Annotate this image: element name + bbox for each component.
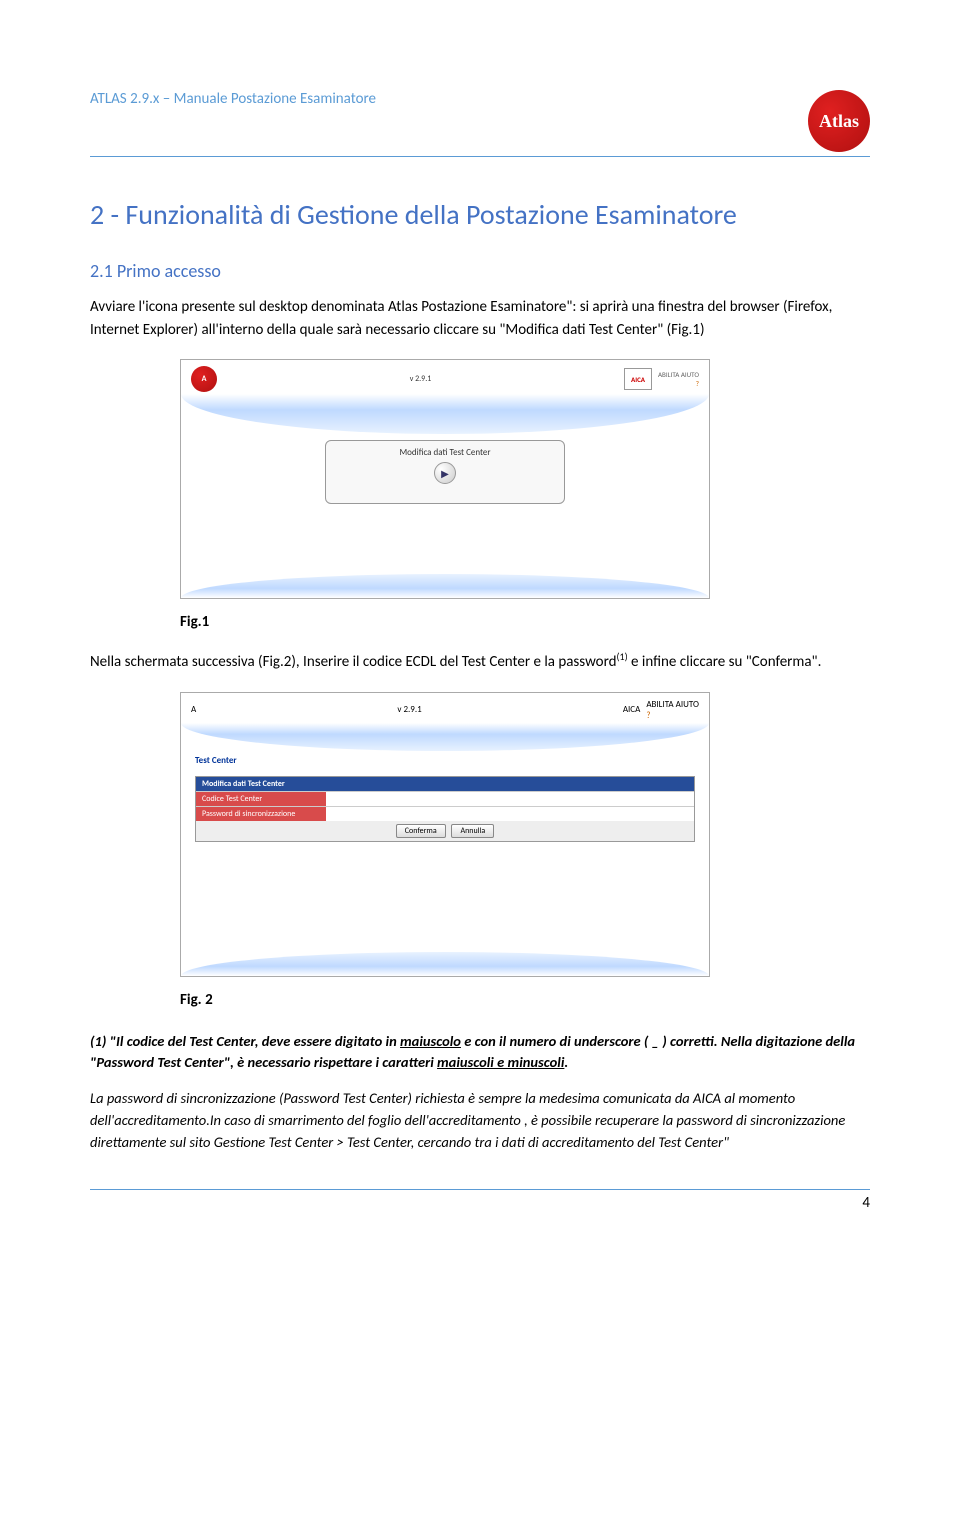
button-row: Conferma Annulla bbox=[196, 821, 694, 841]
fig2-topbar: A v 2.9.1 AICA ABILITA AIUTO? bbox=[181, 693, 709, 723]
fig2-help-label: ABILITA AIUTO? bbox=[646, 699, 699, 721]
page-header: ATLAS 2.9.x – Manuale Postazione Esamina… bbox=[90, 90, 870, 152]
atlas-logo-icon: Atlas bbox=[808, 90, 870, 152]
table-header: Modifica dati Test Center bbox=[196, 777, 694, 791]
card-title: Modifica dati Test Center bbox=[332, 447, 558, 458]
section-subtitle: 2.1 Primo accesso bbox=[90, 260, 870, 282]
footnote-2: La password di sincronizzazione (Passwor… bbox=[90, 1088, 870, 1153]
paragraph-1: Avviare l'icona presente sul desktop den… bbox=[90, 296, 870, 341]
fig1-body: Modifica dati Test Center ▶ bbox=[181, 434, 709, 574]
fig2-body-blank bbox=[181, 842, 709, 952]
screenshot-fig1: A v 2.9.1 AICA ABILITA AIUTO? Modifica d… bbox=[180, 359, 710, 599]
cancel-button[interactable]: Annulla bbox=[451, 824, 494, 838]
fig2-version: v 2.9.1 bbox=[397, 704, 421, 715]
fn2-b: , cercando tra i dati di accreditamento … bbox=[411, 1133, 729, 1151]
footnote-1: (1) "Il codice del Test Center, deve ess… bbox=[90, 1031, 870, 1075]
header-rule bbox=[90, 156, 870, 157]
help-icon: ? bbox=[646, 710, 650, 721]
screenshot-fig2: A v 2.9.1 AICA ABILITA AIUTO? Test Cente… bbox=[180, 692, 710, 977]
fig1-wave-top bbox=[181, 394, 709, 434]
paragraph-2: Nella schermata successiva (Fig.2), Inse… bbox=[90, 649, 870, 674]
footer-rule bbox=[90, 1189, 870, 1190]
fig2-wave-bottom bbox=[181, 952, 709, 976]
password-input[interactable] bbox=[326, 807, 694, 821]
fn1-u1: maiuscolo bbox=[400, 1032, 461, 1050]
p2-post: e infine cliccare su "Conferma". bbox=[628, 653, 822, 671]
fig1-caption: Fig.1 bbox=[180, 613, 870, 631]
help-icon: ? bbox=[696, 379, 699, 388]
page-number: 4 bbox=[90, 1194, 870, 1212]
aica-logo-icon: AICA bbox=[623, 704, 640, 715]
fig2-form-table: Modifica dati Test Center Codice Test Ce… bbox=[195, 776, 695, 842]
fig2-caption: Fig. 2 bbox=[180, 991, 870, 1009]
help-text: ABILITA AIUTO bbox=[658, 370, 699, 379]
confirm-button[interactable]: Conferma bbox=[396, 824, 446, 838]
atlas-mini-logo-icon: A bbox=[191, 366, 217, 392]
header-breadcrumb: ATLAS 2.9.x – Manuale Postazione Esamina… bbox=[90, 90, 376, 108]
fig1-topbar: A v 2.9.1 AICA ABILITA AIUTO? bbox=[181, 360, 709, 394]
password-label: Password di sincronizzazione bbox=[196, 807, 326, 821]
fig2-wave-top bbox=[181, 723, 709, 751]
breadcrumb[interactable]: Test Center bbox=[181, 751, 709, 770]
play-icon[interactable]: ▶ bbox=[434, 462, 456, 484]
fn2-u: Gestione Test Center > Test Center bbox=[214, 1133, 411, 1151]
help-text-2: ABILITA AIUTO bbox=[646, 699, 699, 710]
code-input[interactable] bbox=[326, 792, 694, 806]
fig1-version: v 2.9.1 bbox=[410, 374, 432, 384]
fn1-a: (1) "Il codice del Test Center, deve ess… bbox=[90, 1032, 400, 1050]
table-row: Password di sincronizzazione bbox=[196, 806, 694, 821]
fig1-wave-bottom bbox=[181, 574, 709, 598]
table-row: Codice Test Center bbox=[196, 791, 694, 806]
atlas-mini-logo-icon: A bbox=[191, 704, 196, 715]
p2-sup: (1) bbox=[616, 650, 627, 663]
aica-logo-icon: AICA bbox=[624, 368, 652, 390]
fn1-c: . bbox=[564, 1053, 568, 1071]
fn1-u2: maiuscoli e minuscoli bbox=[437, 1053, 564, 1071]
fig1-help-label: ABILITA AIUTO? bbox=[658, 370, 699, 388]
section-title: 2 - Funzionalità di Gestione della Posta… bbox=[90, 197, 870, 232]
code-label: Codice Test Center bbox=[196, 792, 326, 806]
p2-pre: Nella schermata successiva (Fig.2), Inse… bbox=[90, 653, 616, 671]
modify-testcenter-card[interactable]: Modifica dati Test Center ▶ bbox=[325, 440, 565, 504]
